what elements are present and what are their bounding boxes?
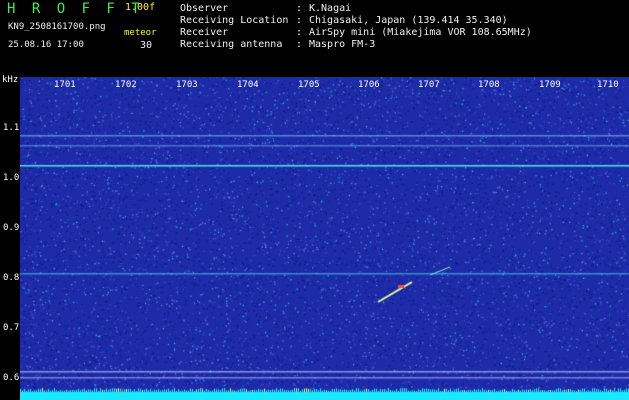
y-tick: 0.6 [3, 373, 20, 383]
meteor-label: meteor [124, 28, 157, 38]
info-value-observer: K.Nagai [309, 3, 352, 14]
info-label-antenna: Receiving antenna [180, 39, 283, 50]
info-label-receiver: Receiver [180, 27, 229, 38]
info-sep: : [296, 27, 303, 38]
meteor-count: 30 [140, 40, 153, 51]
y-tick: 1.0 [3, 173, 20, 183]
x-tick: 1704 [237, 80, 259, 90]
app-title: H R O F F T [7, 1, 144, 17]
x-tick: 1707 [418, 80, 440, 90]
x-tick: 1705 [298, 80, 320, 90]
x-tick: 1709 [539, 80, 561, 90]
y-tick: 0.7 [3, 323, 20, 333]
file-name: KN9_2508161700.png [8, 22, 106, 32]
x-tick: 1701 [54, 80, 76, 90]
info-sep: : [296, 15, 303, 26]
info-value-location: Chigasaki, Japan (139.414 35.340) [309, 15, 508, 26]
y-axis-unit: kHz [2, 75, 19, 85]
date-time: 25.08.16 17:00 [8, 40, 84, 50]
y-tick: 1.1 [3, 123, 20, 133]
x-tick: 1710 [597, 80, 619, 90]
x-tick: 1706 [358, 80, 380, 90]
info-label-observer: Observer [180, 3, 229, 14]
info-value-receiver: AirSpy mini (Miakejima VOR 108.65MHz) [309, 27, 532, 38]
y-tick: 0.9 [3, 223, 20, 233]
info-label-location: Receiving Location [180, 15, 289, 26]
info-sep: : [296, 39, 303, 50]
app-version: 1.00f [125, 2, 156, 13]
info-sep: : [296, 3, 303, 14]
y-tick: 0.8 [3, 273, 20, 283]
x-tick: 1703 [176, 80, 198, 90]
info-value-antenna: Maspro FM-3 [309, 39, 376, 50]
spectrogram [20, 77, 629, 400]
x-tick: 1708 [478, 80, 500, 90]
x-tick: 1702 [115, 80, 137, 90]
